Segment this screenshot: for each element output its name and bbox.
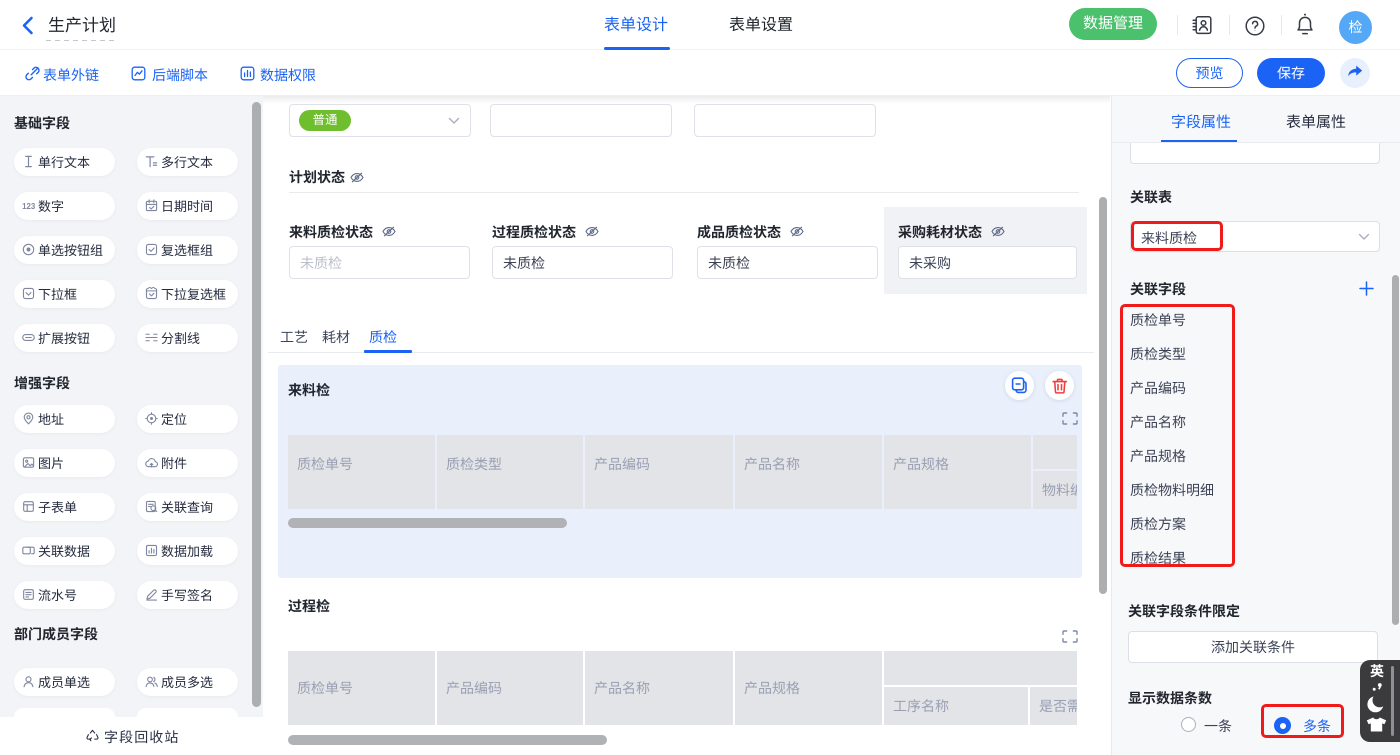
- svg-text:123: 123: [22, 202, 35, 211]
